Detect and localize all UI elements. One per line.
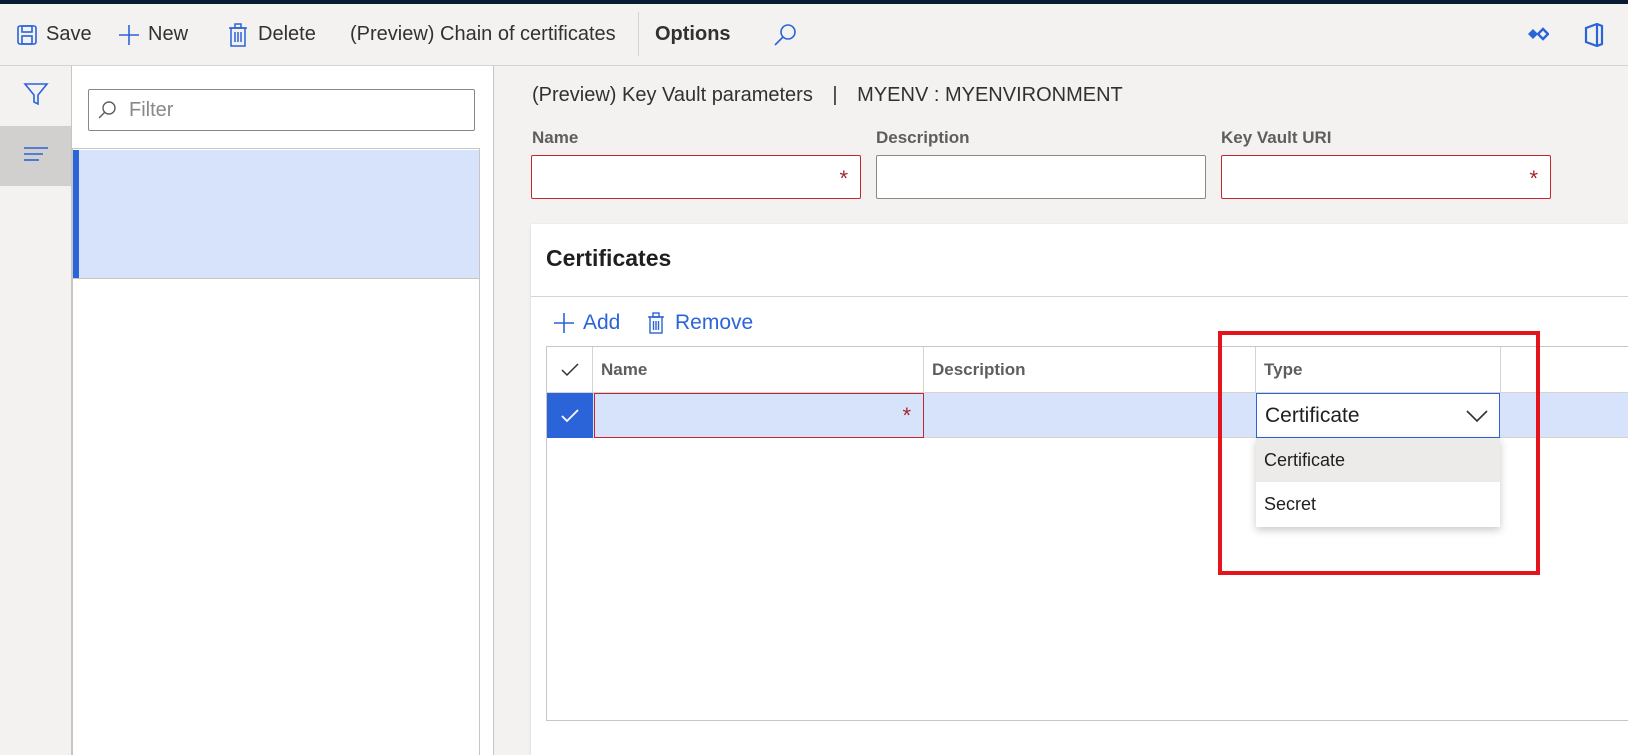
key-vault-uri-field[interactable]: * xyxy=(1221,155,1551,200)
required-indicator: * xyxy=(1529,166,1538,191)
row-select-checkbox[interactable] xyxy=(547,393,593,438)
name-input[interactable] xyxy=(540,156,823,200)
search-button[interactable] xyxy=(772,4,798,65)
search-icon xyxy=(97,100,117,120)
select-all-header[interactable] xyxy=(547,347,593,393)
trash-icon xyxy=(228,22,248,47)
list-view-button[interactable] xyxy=(0,126,71,186)
options-tab[interactable]: Options xyxy=(655,4,731,65)
description-input[interactable] xyxy=(885,156,1168,200)
type-option-certificate[interactable]: Certificate xyxy=(1256,438,1500,482)
new-label: New xyxy=(148,23,189,45)
row-name-input[interactable] xyxy=(603,394,877,439)
remove-label: Remove xyxy=(675,311,754,334)
add-label: Add xyxy=(583,311,621,334)
selection-indicator xyxy=(73,150,79,278)
office-icon xyxy=(1583,22,1605,47)
certificates-title[interactable]: Certificates xyxy=(546,245,671,272)
checkmark-icon xyxy=(560,408,580,424)
plus-icon xyxy=(553,312,575,334)
type-dropdown-list: Certificate Secret xyxy=(1256,438,1500,527)
column-header-type[interactable]: Type xyxy=(1256,347,1501,393)
title-separator: | xyxy=(832,84,838,106)
power-apps-button[interactable] xyxy=(1527,4,1549,65)
power-apps-icon xyxy=(1527,24,1549,46)
list-item-selected[interactable] xyxy=(73,150,479,279)
plus-icon xyxy=(118,24,140,46)
type-select[interactable]: Certificate xyxy=(1256,393,1500,438)
save-icon xyxy=(16,24,38,46)
description-field[interactable] xyxy=(876,155,1206,200)
chain-of-certificates-label: (Preview) Chain of certificates xyxy=(350,23,616,45)
navigation-rail xyxy=(0,66,72,755)
add-button[interactable]: Add xyxy=(553,305,620,341)
toolbar-divider xyxy=(638,12,639,56)
search-icon xyxy=(772,22,798,48)
type-select-value: Certificate xyxy=(1265,403,1360,427)
column-header-description[interactable]: Description xyxy=(924,347,1256,393)
column-header-name[interactable]: Name xyxy=(593,347,924,393)
description-field-label: Description xyxy=(876,128,970,147)
chain-of-certificates-button[interactable]: (Preview) Chain of certificates xyxy=(350,4,616,65)
funnel-icon xyxy=(22,81,49,112)
save-button[interactable]: Save xyxy=(16,4,92,65)
page-title: (Preview) Key Vault parameters | MYENV :… xyxy=(532,84,1123,107)
environment-label: MYENV : MYENVIRONMENT xyxy=(857,84,1123,106)
action-pane: Save New Delete (Preview) Chain of certi… xyxy=(0,4,1628,66)
required-indicator: * xyxy=(902,403,911,428)
delete-label: Delete xyxy=(258,23,316,45)
options-label: Options xyxy=(655,23,731,45)
row-name-cell[interactable]: * xyxy=(594,393,924,439)
name-field-label: Name xyxy=(532,128,579,147)
delete-button[interactable]: Delete xyxy=(228,4,316,65)
save-label: Save xyxy=(46,23,92,45)
name-field[interactable]: * xyxy=(531,155,861,200)
remove-button[interactable]: Remove xyxy=(647,305,753,341)
key-vault-uri-input[interactable] xyxy=(1230,156,1513,200)
filter-input-box[interactable] xyxy=(88,89,475,131)
filter-input[interactable] xyxy=(127,97,451,123)
page-title-text: (Preview) Key Vault parameters xyxy=(532,84,813,106)
chevron-down-icon xyxy=(1465,406,1489,431)
trash-icon xyxy=(647,312,665,334)
office-button[interactable] xyxy=(1583,4,1605,65)
list-lines-icon xyxy=(23,144,49,169)
key-vault-uri-label: Key Vault URI xyxy=(1221,128,1332,147)
checkmark-icon xyxy=(560,362,580,378)
type-option-secret[interactable]: Secret xyxy=(1256,482,1500,526)
new-button[interactable]: New xyxy=(118,4,188,65)
filter-pane-button[interactable] xyxy=(0,66,71,126)
section-divider xyxy=(531,296,1628,297)
required-indicator: * xyxy=(839,166,848,191)
